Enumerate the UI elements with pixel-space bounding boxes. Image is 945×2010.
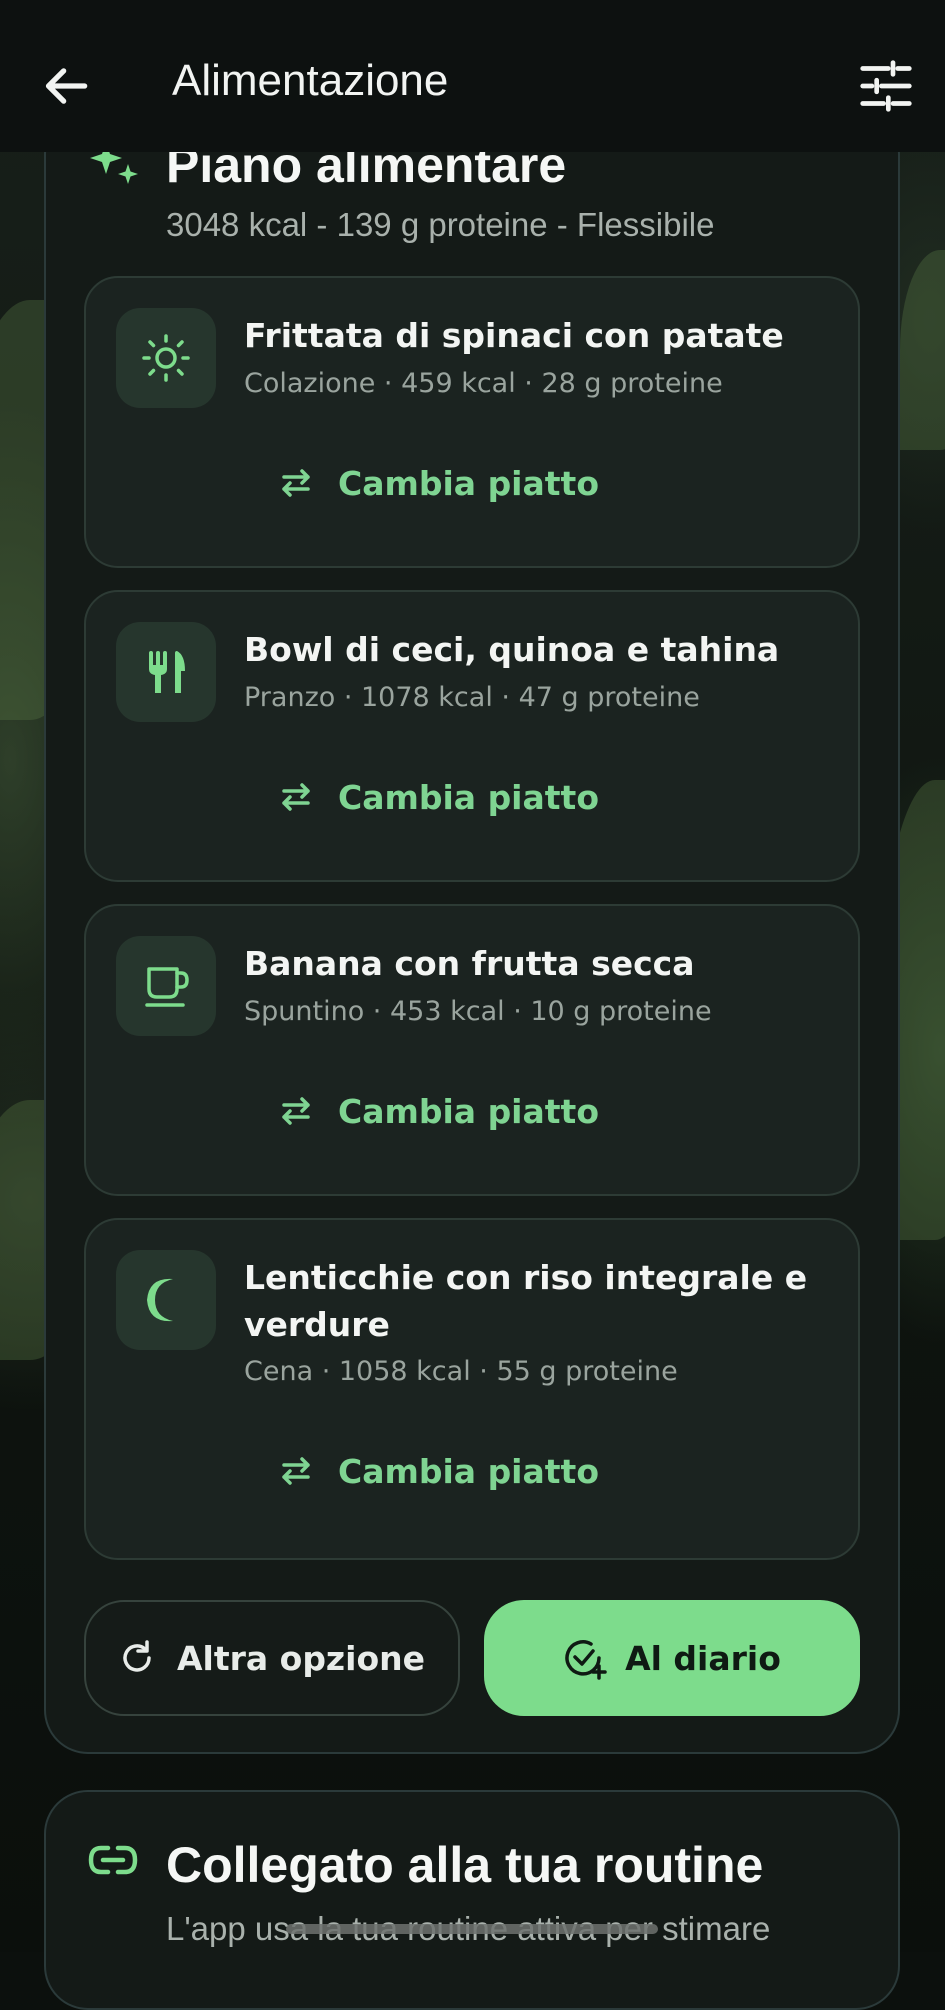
swap-arrows-icon: [282, 783, 310, 811]
swap-arrows-icon: [282, 1457, 310, 1485]
swap-meal-label: Cambia piatto: [338, 777, 599, 817]
gesture-home-bar[interactable]: [286, 1924, 658, 1934]
swap-arrows-icon: [282, 1097, 310, 1125]
page-title: Alimentazione: [172, 56, 449, 105]
meal-meta: Cena · 1058 kcal · 55 g proteine: [244, 1356, 678, 1387]
routine-card: [44, 1790, 900, 2010]
meal-meta: Pranzo · 1078 kcal · 47 g proteine: [244, 682, 700, 713]
meal-icon-badge: [116, 622, 216, 722]
link-icon: [88, 1845, 138, 1875]
moon-icon: [147, 1278, 173, 1322]
meal-card-spuntino: Banana con frutta secca Spuntino · 453 k…: [84, 904, 860, 1196]
other-option-label: Altra opzione: [176, 1638, 425, 1678]
meal-name: Frittata di spinaci con patate: [244, 316, 784, 355]
arrow-left-icon[interactable]: [38, 58, 94, 114]
add-to-diary-button[interactable]: Al diario: [484, 1600, 860, 1716]
meal-meta: Spuntino · 453 kcal · 10 g proteine: [244, 996, 712, 1027]
swap-meal-button[interactable]: Cambia piatto: [276, 458, 599, 508]
meal-name: Lenticchie con riso integrale e verdure: [244, 1258, 808, 1344]
meal-name: Bowl di ceci, quinoa e tahina: [244, 630, 780, 669]
meal-icon-badge: [116, 308, 216, 408]
routine-title: Collegato alla tua routine: [166, 1837, 764, 1893]
add-to-diary-label: Al diario: [625, 1638, 781, 1678]
meal-meta: Colazione · 459 kcal · 28 g proteine: [244, 368, 723, 399]
sun-icon: [142, 334, 190, 382]
meal-name: Banana con frutta secca: [244, 944, 695, 983]
swap-meal-label: Cambia piatto: [338, 1091, 599, 1131]
meal-card-colazione: Frittata di spinaci con patate Colazione…: [84, 276, 860, 568]
app-bar: Alimentazione: [0, 0, 945, 152]
cup-icon: [145, 967, 189, 1007]
meal-card-cena: Lenticchie con riso integrale e verdure …: [84, 1218, 860, 1560]
sliders-icon[interactable]: [858, 58, 914, 114]
swap-meal-button[interactable]: Cambia piatto: [276, 1086, 599, 1136]
swap-arrows-icon: [282, 469, 310, 497]
other-option-button[interactable]: Altra opzione: [84, 1600, 460, 1716]
swap-meal-label: Cambia piatto: [338, 1451, 599, 1491]
swap-meal-button[interactable]: Cambia piatto: [276, 1446, 599, 1496]
swap-meal-button[interactable]: Cambia piatto: [276, 772, 599, 822]
meal-icon-badge: [116, 936, 216, 1036]
meal-icon-badge: [116, 1250, 216, 1350]
check-circle-plus-icon: [565, 1640, 607, 1680]
refresh-icon: [123, 1640, 151, 1672]
plan-subtitle: 3048 kcal - 139 g proteine - Flessibile: [166, 206, 715, 243]
meal-card-pranzo: Bowl di ceci, quinoa e tahina Pranzo · 1…: [84, 590, 860, 882]
swap-meal-label: Cambia piatto: [338, 463, 599, 503]
fork-knife-icon: [149, 651, 185, 693]
